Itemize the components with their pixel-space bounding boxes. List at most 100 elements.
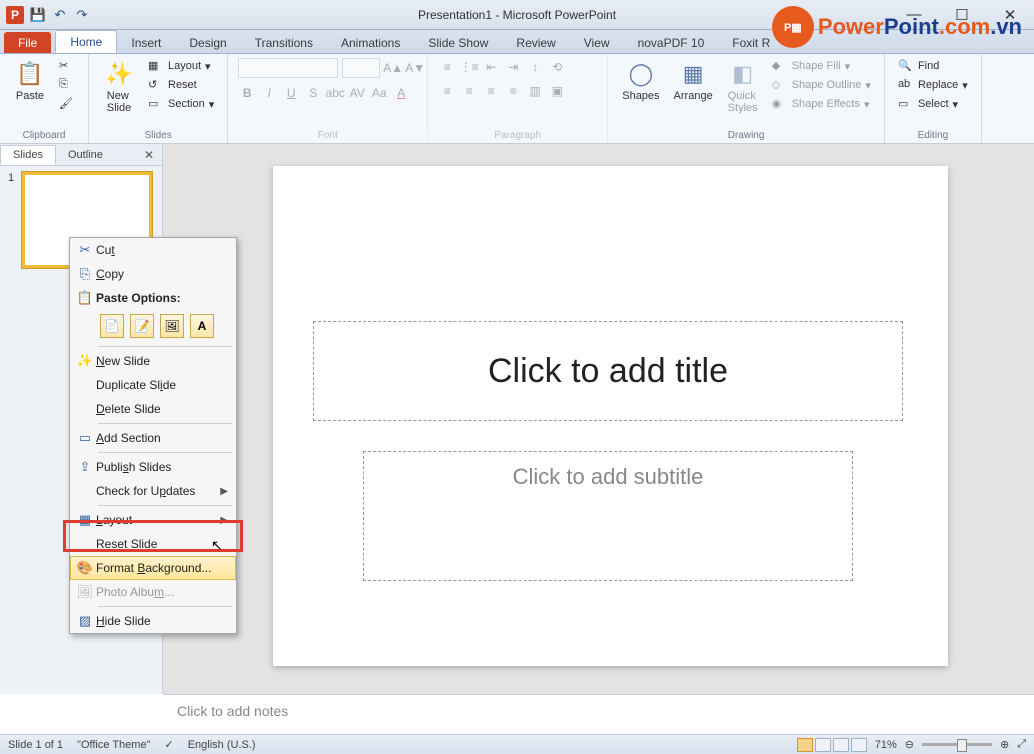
shrink-font-icon[interactable]: A▼ <box>406 59 424 77</box>
ctx-copy[interactable]: ⎘Copy <box>70 262 236 286</box>
ctx-add-section[interactable]: ▭Add Section <box>70 426 236 450</box>
paste-use-destination[interactable]: 📝 <box>130 314 154 338</box>
status-theme: "Office Theme" <box>77 739 150 751</box>
paste-text-only[interactable]: A <box>190 314 214 338</box>
line-spacing-icon[interactable]: ↕ <box>526 58 544 76</box>
tab-insert[interactable]: Insert <box>117 32 175 53</box>
font-color-icon[interactable]: A <box>392 84 410 102</box>
slideshow-view-button[interactable] <box>851 738 867 752</box>
separator <box>98 606 232 607</box>
italic-icon[interactable]: I <box>260 84 278 102</box>
format-painter-button[interactable]: 🖌 <box>56 96 78 112</box>
bold-icon[interactable]: B <box>238 84 256 102</box>
separator <box>98 346 232 347</box>
tab-view[interactable]: View <box>570 32 624 53</box>
zoom-level[interactable]: 71% <box>875 739 897 751</box>
redo-icon[interactable]: ↷ <box>74 7 90 23</box>
cut-button[interactable]: ✂ <box>56 58 78 74</box>
reset-button[interactable]: ↺Reset <box>145 77 217 93</box>
bullets-icon[interactable]: ≡ <box>438 58 456 76</box>
justify-icon[interactable]: ≡ <box>504 82 522 100</box>
hide-icon: ▨ <box>74 613 96 629</box>
find-button[interactable]: 🔍Find <box>895 58 971 74</box>
align-right-icon[interactable]: ≡ <box>482 82 500 100</box>
ctx-delete-slide[interactable]: Delete Slide <box>70 397 236 421</box>
shape-effects-button[interactable]: ◉Shape Effects ▾ <box>769 96 874 112</box>
paste-keep-formatting[interactable]: 📄 <box>100 314 124 338</box>
layout-button[interactable]: ▦Layout ▾ <box>145 58 217 74</box>
group-font: A▲A▼ B I U S abc AV Aa A Font <box>228 54 428 143</box>
app-icon: P <box>6 6 24 24</box>
save-icon[interactable]: 💾 <box>30 7 46 23</box>
logo-point: Point <box>884 14 939 40</box>
chevron-right-icon: ▶ <box>220 486 228 497</box>
ctx-cut[interactable]: ✂Cut <box>70 238 236 262</box>
fit-slide-icon[interactable]: ⤢ <box>1017 738 1026 751</box>
smart-art-icon[interactable]: ▣ <box>548 82 566 100</box>
tab-review[interactable]: Review <box>502 32 569 53</box>
normal-view-button[interactable] <box>797 738 813 752</box>
strike-icon[interactable]: S <box>304 84 322 102</box>
font-size-select[interactable] <box>342 58 380 78</box>
undo-icon[interactable]: ↶ <box>52 7 68 23</box>
layout-label: Layout <box>168 60 201 72</box>
text-direction-icon[interactable]: ⟲ <box>548 58 566 76</box>
ctx-publish-slides[interactable]: ⇪Publish Slides <box>70 455 236 479</box>
quick-styles-button[interactable]: ◧Quick Styles <box>723 58 763 116</box>
underline-icon[interactable]: U <box>282 84 300 102</box>
title-placeholder[interactable]: Click to add title <box>313 321 903 421</box>
ctx-hide-slide[interactable]: ▨Hide Slide <box>70 609 236 633</box>
shape-outline-button[interactable]: ◇Shape Outline ▾ <box>769 77 874 93</box>
tab-slides-thumb[interactable]: Slides <box>0 145 56 165</box>
copy-button[interactable]: ⎘ <box>56 77 78 93</box>
columns-icon[interactable]: ▥ <box>526 82 544 100</box>
zoom-slider[interactable] <box>922 743 992 746</box>
ctx-new-slide[interactable]: ✨New Slide <box>70 349 236 373</box>
align-center-icon[interactable]: ≡ <box>460 82 478 100</box>
ctx-layout[interactable]: ▦Layout▶ <box>70 508 236 532</box>
zoom-in-icon[interactable]: ⊕ <box>1000 738 1009 751</box>
ctx-reset-slide[interactable]: Reset Slide <box>70 532 236 556</box>
reading-view-button[interactable] <box>833 738 849 752</box>
ctx-format-background[interactable]: 🎨Format Background... <box>70 556 236 580</box>
numbering-icon[interactable]: ⋮≡ <box>460 58 478 76</box>
format-bg-icon: 🎨 <box>74 560 96 576</box>
tab-novapdf[interactable]: novaPDF 10 <box>624 32 719 53</box>
tab-slideshow[interactable]: Slide Show <box>414 32 502 53</box>
status-language[interactable]: English (U.S.) <box>188 739 256 751</box>
case-icon[interactable]: Aa <box>370 84 388 102</box>
grow-font-icon[interactable]: A▲ <box>384 59 402 77</box>
window-title: Presentation1 - Microsoft PowerPoint <box>418 8 616 22</box>
shadow-icon[interactable]: abc <box>326 84 344 102</box>
paste-picture[interactable]: 🖼 <box>160 314 184 338</box>
zoom-out-icon[interactable]: ⊖ <box>905 738 914 751</box>
tab-animations[interactable]: Animations <box>327 32 414 53</box>
new-slide-button[interactable]: ✨New Slide <box>99 58 139 116</box>
spellcheck-icon[interactable]: ✓ <box>164 738 173 751</box>
section-button[interactable]: ▭Section ▾ <box>145 96 217 112</box>
sorter-view-button[interactable] <box>815 738 831 752</box>
indent-inc-icon[interactable]: ⇥ <box>504 58 522 76</box>
tab-transitions[interactable]: Transitions <box>241 32 327 53</box>
shape-fill-button[interactable]: ◆Shape Fill ▾ <box>769 58 874 74</box>
replace-button[interactable]: abReplace ▾ <box>895 77 971 93</box>
arrange-button[interactable]: ▦Arrange <box>670 58 717 104</box>
layout-icon: ▦ <box>74 512 96 528</box>
spacing-icon[interactable]: AV <box>348 84 366 102</box>
tab-design[interactable]: Design <box>175 32 240 53</box>
notes-pane[interactable]: Click to add notes <box>163 694 1034 734</box>
paste-button[interactable]: 📋Paste <box>10 58 50 104</box>
tab-home[interactable]: Home <box>55 30 117 53</box>
tab-outline-thumb[interactable]: Outline <box>56 146 115 164</box>
select-button[interactable]: ▭Select ▾ <box>895 96 971 112</box>
indent-dec-icon[interactable]: ⇤ <box>482 58 500 76</box>
align-left-icon[interactable]: ≡ <box>438 82 456 100</box>
ctx-check-updates[interactable]: Check for Updates▶ <box>70 479 236 503</box>
font-family-select[interactable] <box>238 58 338 78</box>
subtitle-placeholder[interactable]: Click to add subtitle <box>363 451 853 581</box>
thumbnails-close-icon[interactable]: ✕ <box>136 148 162 162</box>
tab-file[interactable]: File <box>4 32 51 53</box>
slide[interactable]: Click to add title Click to add subtitle <box>273 166 948 666</box>
shapes-button[interactable]: ◯Shapes <box>618 58 663 104</box>
ctx-duplicate-slide[interactable]: Duplicate Slide <box>70 373 236 397</box>
